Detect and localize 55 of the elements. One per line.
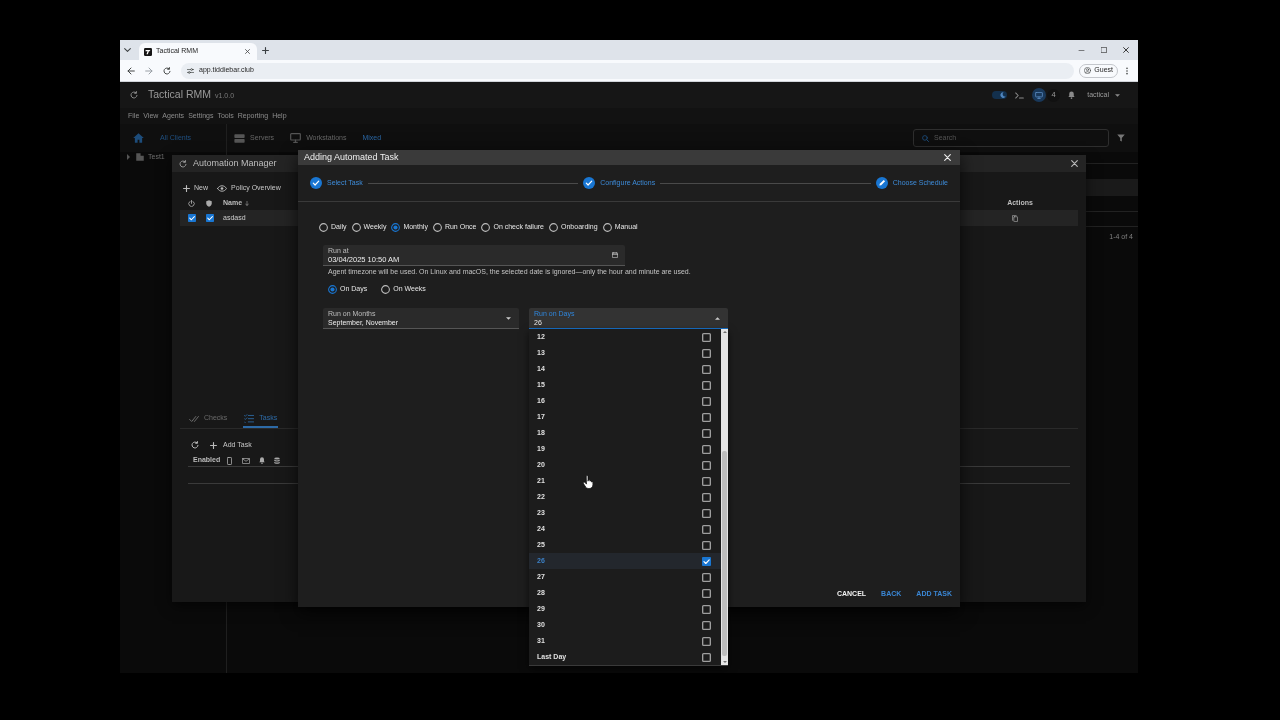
terminal-icon[interactable] bbox=[1015, 91, 1025, 99]
caret-right-icon[interactable] bbox=[127, 154, 130, 160]
pencil-circle-icon bbox=[875, 177, 888, 189]
scrollbar-thumb[interactable] bbox=[722, 451, 727, 656]
close-icon[interactable] bbox=[245, 49, 250, 54]
power-icon bbox=[188, 200, 195, 207]
scroll-up-icon[interactable] bbox=[722, 331, 727, 333]
minimize-icon[interactable] bbox=[1078, 49, 1085, 51]
tab-search-icon[interactable] bbox=[124, 48, 131, 52]
refresh-icon[interactable] bbox=[179, 159, 187, 168]
reload-icon[interactable] bbox=[163, 66, 171, 75]
close-icon[interactable] bbox=[1123, 47, 1129, 53]
bell-icon bbox=[259, 457, 266, 464]
phone-icon bbox=[227, 456, 233, 465]
scroll-down-icon[interactable] bbox=[722, 661, 727, 663]
plus-icon bbox=[210, 441, 217, 449]
back-icon[interactable] bbox=[127, 66, 135, 75]
profile-icon bbox=[1084, 67, 1092, 74]
checklist-icon bbox=[244, 414, 255, 423]
app-title: Tactical RMM bbox=[148, 87, 211, 103]
search-icon bbox=[922, 134, 929, 142]
plus-icon bbox=[183, 184, 190, 192]
copy-icon[interactable] bbox=[1012, 214, 1018, 222]
hand-cursor-icon bbox=[583, 475, 593, 489]
maximize-icon[interactable] bbox=[1101, 47, 1107, 53]
check-circle-icon bbox=[583, 177, 596, 189]
window-title: Automation Manager bbox=[193, 156, 277, 170]
site-info-icon[interactable] bbox=[187, 67, 194, 74]
monitor-icon bbox=[1035, 91, 1044, 99]
checkbox[interactable] bbox=[206, 214, 214, 222]
check-circle-icon bbox=[310, 177, 322, 189]
bell-icon[interactable] bbox=[1068, 91, 1076, 99]
theme-toggle[interactable] bbox=[992, 91, 1008, 99]
checkbox[interactable] bbox=[188, 214, 196, 222]
monitor-icon bbox=[290, 133, 302, 143]
sort-arrow-icon[interactable] bbox=[245, 201, 250, 206]
shield-icon bbox=[206, 200, 212, 207]
dialog-title: Adding Automated Task bbox=[304, 150, 399, 164]
calendar-icon[interactable] bbox=[612, 252, 618, 258]
eye-icon bbox=[217, 184, 227, 192]
moon-icon bbox=[1000, 92, 1007, 98]
database-icon bbox=[274, 457, 281, 464]
new-tab-icon[interactable] bbox=[262, 47, 269, 54]
favicon-icon bbox=[144, 47, 152, 56]
agents-button[interactable] bbox=[1032, 88, 1047, 102]
caret-down-icon[interactable] bbox=[1115, 93, 1120, 97]
refresh-icon[interactable] bbox=[130, 91, 138, 99]
mail-icon bbox=[242, 457, 251, 464]
caret-up-icon bbox=[715, 316, 720, 320]
double-check-icon bbox=[189, 414, 199, 423]
server-icon bbox=[234, 133, 245, 143]
close-icon[interactable] bbox=[1071, 160, 1078, 167]
caret-down-icon bbox=[506, 316, 511, 320]
refresh-icon[interactable] bbox=[191, 441, 199, 449]
filter-icon[interactable] bbox=[1117, 134, 1125, 142]
